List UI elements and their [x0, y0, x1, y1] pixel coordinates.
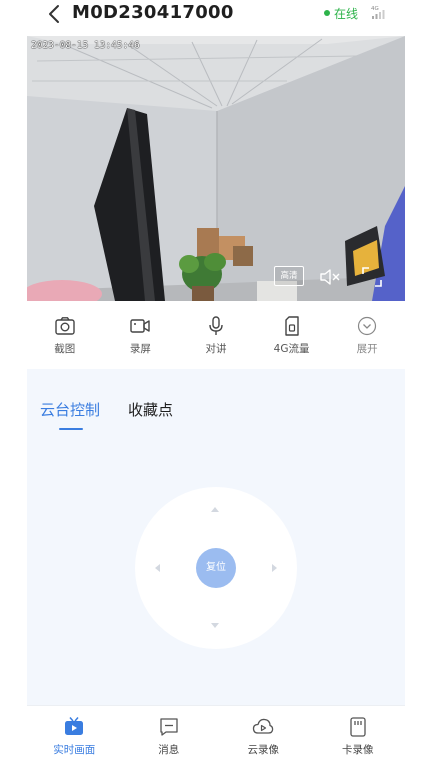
mute-icon[interactable]: [319, 267, 341, 287]
video-toolbar: 截图 录屏 对讲 4G流量 展开: [27, 308, 405, 364]
expand-button[interactable]: 展开: [329, 308, 405, 364]
ptz-joystick[interactable]: 复位: [135, 487, 297, 649]
nav-card-recordings-label: 卡录像: [342, 744, 374, 756]
bottom-navigation: 实时画面 消息 云录像 卡录像: [27, 705, 405, 768]
nav-messages[interactable]: 消息: [122, 706, 217, 768]
network-label: 4G: [371, 6, 379, 12]
screenshot-button[interactable]: 截图: [27, 308, 103, 364]
expand-label: 展开: [356, 343, 378, 355]
cloud-play-icon: [253, 718, 274, 734]
pan-down-icon[interactable]: [211, 623, 219, 628]
active-tab-indicator: [59, 428, 83, 430]
nav-cloud-recordings-label: 云录像: [247, 744, 280, 756]
live-video-feed[interactable]: 2023-08-15 13:45:46 高清: [27, 36, 405, 301]
reset-button[interactable]: 复位: [196, 548, 236, 588]
data-usage-button[interactable]: 4G流量: [254, 308, 330, 364]
online-status: 在线: [324, 5, 358, 22]
pan-right-icon[interactable]: [272, 564, 277, 572]
intercom-label: 对讲: [205, 343, 227, 355]
fullscreen-icon[interactable]: [361, 266, 383, 288]
pan-left-icon[interactable]: [155, 564, 160, 572]
signal-4g-icon: 4G: [371, 6, 385, 19]
screenshot-label: 截图: [54, 343, 76, 355]
sim-card-icon: [284, 316, 299, 336]
message-icon: [160, 718, 178, 736]
record-button[interactable]: 录屏: [103, 308, 179, 364]
nav-messages-label: 消息: [158, 744, 180, 756]
video-record-icon: [130, 319, 151, 333]
nav-card-recordings[interactable]: 卡录像: [311, 706, 406, 768]
camera-icon: [55, 317, 75, 335]
sd-card-icon: [350, 717, 366, 737]
tab-favorites[interactable]: 收藏点: [128, 399, 173, 420]
live-tv-icon: [65, 717, 84, 735]
device-id-title: M0D230417000: [72, 2, 234, 23]
camera-scene-image: [27, 36, 405, 301]
video-timestamp: 2023-08-15 13:45:46: [31, 40, 140, 51]
nav-live-view[interactable]: 实时画面: [27, 706, 122, 768]
data-usage-label: 4G流量: [273, 343, 310, 355]
online-dot-icon: [324, 10, 330, 16]
top-bar: M0D230417000 在线 4G: [0, 0, 432, 36]
nav-cloud-recordings[interactable]: 云录像: [216, 706, 311, 768]
hd-quality-button[interactable]: 高清: [274, 266, 304, 286]
chevron-down-icon: [358, 316, 377, 336]
nav-live-view-label: 实时画面: [53, 744, 96, 756]
ptz-panel: 云台控制 收藏点 复位: [27, 369, 405, 705]
online-status-text: 在线: [334, 7, 359, 21]
pan-up-icon[interactable]: [211, 507, 219, 512]
intercom-button[interactable]: 对讲: [178, 308, 254, 364]
tab-ptz-control[interactable]: 云台控制: [40, 399, 100, 420]
microphone-icon: [209, 316, 223, 335]
record-label: 录屏: [129, 343, 151, 355]
back-arrow-icon[interactable]: [44, 3, 66, 25]
